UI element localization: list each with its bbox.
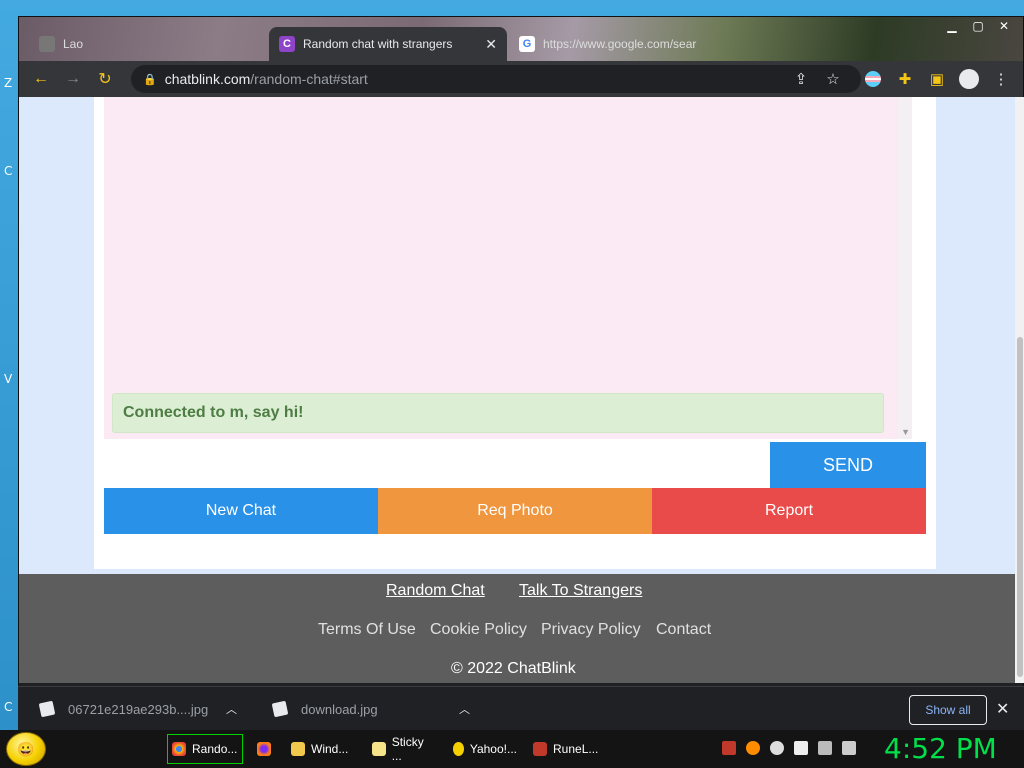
yahoo-smiley-icon [453, 742, 464, 756]
footer-link-cookie-policy[interactable]: Cookie Policy [430, 621, 527, 639]
chevron-up-icon[interactable]: ︿ [459, 701, 470, 717]
close-tab-icon[interactable]: ✕ [485, 36, 497, 53]
runelite-tray-icon[interactable] [722, 741, 736, 755]
page-icon [39, 36, 55, 52]
maximize-icon[interactable]: ▢ [965, 17, 991, 35]
tab-random-chat[interactable]: C Random chat with strangers ✕ [269, 27, 507, 61]
download-item[interactable]: 06721e219ae293b....jpg ︿ [38, 687, 254, 731]
side-panel-icon[interactable]: ▣ [921, 63, 953, 95]
task-chrome[interactable]: Rando... [167, 734, 243, 764]
new-chat-button[interactable]: New Chat [104, 488, 378, 534]
forward-arrow-icon[interactable]: → [57, 63, 89, 95]
desktop-icon-label: Z [4, 76, 13, 90]
download-filename: download.jpg [301, 701, 378, 717]
browser-toolbar: ← → ↻ 🔒 chatblink.com/random-chat#start … [19, 61, 1023, 97]
chat-scrollbar[interactable]: ▼ [898, 97, 912, 439]
reload-icon[interactable]: ↻ [89, 63, 121, 95]
close-icon[interactable]: ✕ [996, 699, 1009, 719]
task-yahoo[interactable]: Yahoo!... [449, 734, 521, 764]
desktop-icon-label: V [4, 372, 13, 386]
page-viewport: ▼ Connected to m, say hi! SEND New Chat … [19, 97, 1015, 683]
desktop-icon-label: C [4, 164, 13, 178]
task-firefox[interactable] [253, 734, 279, 764]
start-button[interactable]: 😀 [6, 732, 46, 766]
task-label: Yahoo!... [469, 742, 517, 756]
extension-flag-icon[interactable] [857, 63, 889, 95]
profile-avatar-icon[interactable] [953, 63, 985, 95]
task-label: RuneL... [553, 742, 599, 756]
tab-title: Lao [63, 37, 84, 51]
system-message: Connected to m, say hi! [112, 393, 884, 433]
sticky-notes-icon [372, 742, 386, 756]
search-tray-icon[interactable] [746, 741, 760, 755]
file-icon [271, 700, 289, 718]
tab-strip: Lao C Random chat with strangers ✕ G htt… [19, 17, 1023, 61]
footer-link-terms[interactable]: Terms Of Use [318, 621, 416, 639]
tab-lao[interactable]: Lao [29, 27, 275, 61]
close-window-icon[interactable]: ✕ [991, 17, 1017, 35]
task-windows-explorer[interactable]: Wind... [287, 734, 357, 764]
chatblink-icon: C [279, 36, 295, 52]
runelite-icon [533, 742, 547, 756]
file-icon [38, 700, 56, 718]
google-icon: G [519, 36, 535, 52]
url-path: /random-chat#start [250, 71, 368, 87]
download-item[interactable]: download.jpg ︿ [271, 687, 487, 731]
footer-link-talk-to-strangers[interactable]: Talk To Strangers [519, 582, 642, 600]
download-bar: 06721e219ae293b....jpg ︿ download.jpg ︿ … [18, 686, 1024, 730]
share-icon[interactable]: ⇪ [785, 63, 817, 95]
tab-google[interactable]: G https://www.google.com/sear [509, 27, 709, 61]
back-arrow-icon[interactable]: ← [25, 63, 57, 95]
chrome-icon [172, 742, 186, 756]
message-input[interactable] [104, 442, 770, 488]
chat-log: ▼ Connected to m, say hi! [104, 97, 912, 439]
url-domain: chatblink.com [164, 71, 251, 87]
chevron-up-icon[interactable]: ︿ [226, 701, 237, 717]
menu-kebab-icon[interactable]: ⋮ [985, 63, 1017, 95]
footer-link-contact[interactable]: Contact [656, 621, 711, 639]
folder-icon [291, 742, 305, 756]
address-bar[interactable]: 🔒 chatblink.com/random-chat#start [131, 65, 861, 93]
copyright-text: © 2022 ChatBlink [451, 660, 576, 677]
lock-icon: 🔒 [143, 73, 157, 86]
chat-card: ▼ Connected to m, say hi! SEND New Chat … [94, 97, 936, 569]
task-sticky-notes[interactable]: Sticky ... [368, 734, 440, 764]
desktop-icon-label: C [4, 700, 13, 714]
firefox-icon [257, 742, 271, 756]
flag-tray-icon[interactable] [794, 741, 808, 755]
scrollbar-thumb[interactable] [1017, 337, 1023, 677]
taskbar: 😀 Rando... Wind... Sticky ... Yahoo!... … [0, 730, 1024, 768]
minimize-icon[interactable]: ▁ [939, 17, 965, 35]
tab-title: Random chat with strangers [303, 37, 453, 51]
scroll-down-icon[interactable]: ▼ [901, 427, 910, 437]
status-tray-icon[interactable] [770, 741, 784, 755]
tab-title: https://www.google.com/sear [543, 37, 697, 51]
request-photo-button[interactable]: Req Photo [378, 488, 652, 534]
task-runelite[interactable]: RuneL... [529, 734, 603, 764]
network-tray-icon[interactable] [818, 741, 832, 755]
footer-link-random-chat[interactable]: Random Chat [386, 582, 485, 600]
task-label: Rando... [192, 742, 238, 756]
browser-window: Lao C Random chat with strangers ✕ G htt… [18, 16, 1024, 730]
show-all-button[interactable]: Show all [909, 695, 987, 725]
taskbar-clock[interactable]: 4:52 PM [884, 732, 997, 765]
send-button[interactable]: SEND [770, 442, 926, 488]
volume-icon[interactable] [842, 741, 856, 755]
page-scrollbar[interactable] [1015, 97, 1024, 683]
task-label: Wind... [311, 742, 349, 756]
download-filename: 06721e219ae293b....jpg [68, 701, 209, 717]
report-button[interactable]: Report [652, 488, 926, 534]
task-label: Sticky ... [391, 735, 424, 763]
footer-link-privacy-policy[interactable]: Privacy Policy [541, 621, 641, 639]
page-footer: Random Chat Talk To Strangers Terms Of U… [19, 574, 1015, 683]
extensions-puzzle-icon[interactable]: ✚ [889, 63, 921, 95]
bookmark-star-icon[interactable]: ☆ [817, 63, 849, 95]
